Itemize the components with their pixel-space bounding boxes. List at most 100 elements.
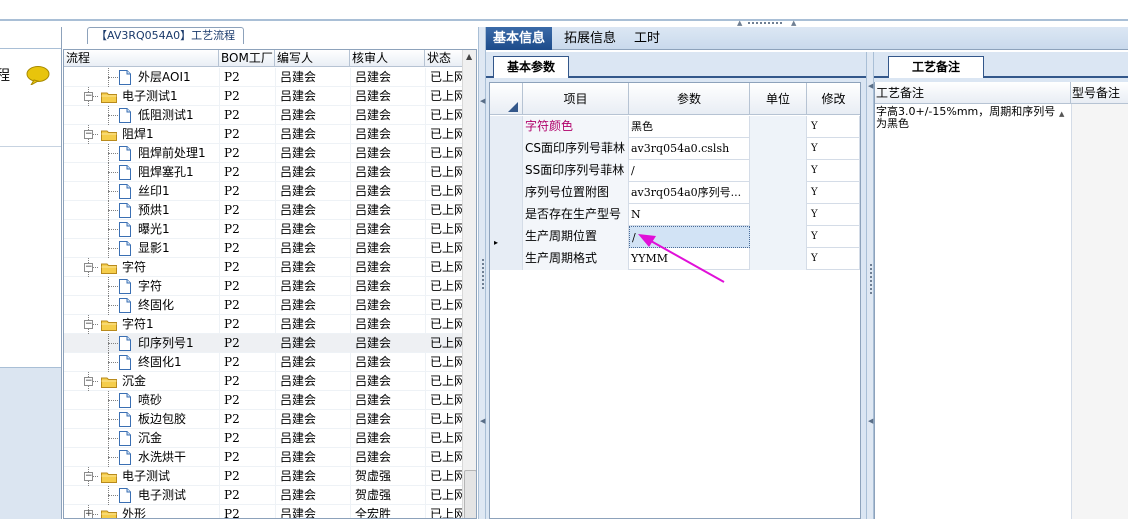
tree-node[interactable]: 阻焊前处理1 bbox=[64, 144, 219, 163]
collapse-right-icon[interactable]: ▲ bbox=[791, 20, 796, 27]
column-header-model-remark[interactable]: 型号备注 bbox=[1071, 82, 1128, 104]
tree-row[interactable]: − 阻焊1 P2 吕建会 吕建会 已上网 bbox=[64, 125, 464, 144]
tree-row[interactable]: − 字符 P2 吕建会 吕建会 已上网 bbox=[64, 258, 464, 277]
tree-node[interactable]: 板边包胶 bbox=[64, 410, 219, 429]
tree-node[interactable]: 印序列号1 bbox=[64, 334, 219, 353]
collapse-arrow-icon[interactable]: ◀ bbox=[868, 417, 873, 425]
param-modify-cell[interactable]: Y bbox=[807, 204, 860, 226]
tree-row[interactable]: 阻焊塞孔1 P2 吕建会 吕建会 已上网 bbox=[64, 163, 464, 182]
tree-node[interactable]: − 阻焊1 bbox=[64, 125, 219, 144]
tree-row[interactable]: − 字符1 P2 吕建会 吕建会 已上网 bbox=[64, 315, 464, 334]
chat-bubble-icon[interactable] bbox=[25, 65, 51, 85]
vertical-splitter-right[interactable]: ◀ ◀ bbox=[866, 52, 874, 519]
row-indicator[interactable] bbox=[490, 204, 523, 226]
tree-node[interactable]: 丝印1 bbox=[64, 182, 219, 201]
tab-basic-info[interactable]: 基本信息 bbox=[486, 27, 553, 50]
tree-node[interactable]: 显影1 bbox=[64, 239, 219, 258]
remark-grid[interactable]: 工艺备注 型号备注 字高3.0+/-15%mm，周期和序列号为黑色 ▲ bbox=[874, 82, 1128, 519]
param-modify-cell[interactable]: Y bbox=[807, 138, 860, 160]
tree-node[interactable]: 阻焊塞孔1 bbox=[64, 163, 219, 182]
tree-row[interactable]: 曝光1 P2 吕建会 吕建会 已上网 bbox=[64, 220, 464, 239]
param-modify-cell[interactable]: Y bbox=[807, 248, 860, 270]
collapse-icon[interactable]: − bbox=[84, 92, 93, 101]
model-remark-cell[interactable] bbox=[1071, 104, 1128, 519]
tree-node[interactable]: 水洗烘干 bbox=[64, 448, 219, 467]
tree-node[interactable]: 曝光1 bbox=[64, 220, 219, 239]
tree-node[interactable]: − 沉金 bbox=[64, 372, 219, 391]
tree-row[interactable]: 水洗烘干 P2 吕建会 吕建会 已上网 bbox=[64, 448, 464, 467]
tree-node[interactable]: 外层AOI1 bbox=[64, 68, 219, 87]
collapse-icon[interactable]: − bbox=[84, 320, 93, 329]
tree-node[interactable]: + 外形 bbox=[64, 505, 219, 518]
column-header-param[interactable]: 参数 bbox=[629, 83, 750, 115]
tree-node[interactable]: 预烘1 bbox=[64, 201, 219, 220]
tree-node[interactable]: 终固化1 bbox=[64, 353, 219, 372]
tree-row[interactable]: − 电子测试1 P2 吕建会 吕建会 已上网 bbox=[64, 87, 464, 106]
row-indicator[interactable] bbox=[490, 182, 523, 204]
tree-row[interactable]: 喷砂 P2 吕建会 吕建会 已上网 bbox=[64, 391, 464, 410]
column-header-process[interactable]: 流程 bbox=[64, 50, 219, 66]
collapse-arrow-icon[interactable]: ◀ bbox=[480, 417, 485, 425]
tree-row[interactable]: 沉金 P2 吕建会 吕建会 已上网 bbox=[64, 429, 464, 448]
tree-row[interactable]: 预烘1 P2 吕建会 吕建会 已上网 bbox=[64, 201, 464, 220]
tree-row[interactable]: 终固化 P2 吕建会 吕建会 已上网 bbox=[64, 296, 464, 315]
scroll-up-icon[interactable]: ▲ bbox=[1059, 110, 1064, 118]
param-modify-cell[interactable]: Y bbox=[807, 116, 860, 138]
row-indicator[interactable] bbox=[490, 248, 523, 270]
param-row[interactable]: 是否存在生产型号 N Y bbox=[490, 204, 860, 226]
column-header-auditor[interactable]: 核审人 bbox=[350, 50, 425, 66]
tree-node[interactable]: 沉金 bbox=[64, 429, 219, 448]
column-header-item[interactable]: 项目 bbox=[523, 83, 629, 115]
tab-work-hours[interactable]: 工时 bbox=[627, 27, 667, 50]
tree-row[interactable]: 阻焊前处理1 P2 吕建会 吕建会 已上网 bbox=[64, 144, 464, 163]
column-header-modify[interactable]: 修改 bbox=[807, 83, 860, 115]
tab-basic-params[interactable]: 基本参数 bbox=[493, 56, 570, 78]
vertical-splitter-left[interactable]: ◀ ◀ bbox=[478, 27, 486, 519]
param-unit-cell[interactable] bbox=[750, 204, 807, 226]
collapse-arrow-icon[interactable]: ◀ bbox=[868, 82, 873, 90]
collapse-left-icon[interactable]: ▲ bbox=[737, 20, 742, 27]
tree-node[interactable]: − 字符 bbox=[64, 258, 219, 277]
param-row[interactable]: 序列号位置附图 av3rq054a0序列号... Y bbox=[490, 182, 860, 204]
param-value-cell[interactable]: / bbox=[629, 160, 750, 182]
tree-row[interactable]: 印序列号1 P2 吕建会 吕建会 已上网 bbox=[64, 334, 464, 353]
expand-icon[interactable]: + bbox=[84, 510, 93, 518]
tree-row[interactable]: + 外形 P2 吕建会 全宏胜 已上网 bbox=[64, 505, 464, 518]
tree-row[interactable]: 板边包胶 P2 吕建会 吕建会 已上网 bbox=[64, 410, 464, 429]
param-unit-cell[interactable] bbox=[750, 182, 807, 204]
row-indicator[interactable] bbox=[490, 138, 523, 160]
row-indicator[interactable] bbox=[490, 160, 523, 182]
tree-row[interactable]: 低阻测试1 P2 吕建会 吕建会 已上网 bbox=[64, 106, 464, 125]
param-row[interactable]: 字符颜色 黑色 Y bbox=[490, 116, 860, 138]
row-indicator[interactable]: ▸ bbox=[490, 226, 523, 248]
tree-row[interactable]: 电子测试 P2 吕建会 贺虚强 已上网 bbox=[64, 486, 464, 505]
param-unit-cell[interactable] bbox=[750, 160, 807, 182]
tree-row[interactable]: 丝印1 P2 吕建会 吕建会 已上网 bbox=[64, 182, 464, 201]
param-value-cell[interactable]: N bbox=[629, 204, 750, 226]
tree-node[interactable]: 字符 bbox=[64, 277, 219, 296]
tab-extended-info[interactable]: 拓展信息 bbox=[557, 27, 623, 50]
param-unit-cell[interactable] bbox=[750, 248, 807, 270]
collapse-icon[interactable]: − bbox=[84, 130, 93, 139]
tree-row[interactable]: 字符 P2 吕建会 吕建会 已上网 bbox=[64, 277, 464, 296]
column-header-bom[interactable]: BOM工厂 bbox=[219, 50, 275, 66]
tree-vertical-scrollbar[interactable]: ▲ bbox=[462, 50, 476, 518]
collapse-arrow-icon[interactable]: ◀ bbox=[480, 97, 485, 105]
tree-row[interactable]: − 沉金 P2 吕建会 吕建会 已上网 bbox=[64, 372, 464, 391]
tab-process-remark[interactable]: 工艺备注 bbox=[888, 56, 984, 78]
row-indicator[interactable] bbox=[490, 116, 523, 138]
tree-node[interactable]: 喷砂 bbox=[64, 391, 219, 410]
param-value-cell[interactable]: av3rq054a0.cslsh bbox=[629, 138, 750, 160]
process-tree-grid[interactable]: 流程 BOM工厂 编写人 核审人 状态 外层AOI1 P2 吕建会 吕建会 已上网 − 电子… bbox=[63, 49, 477, 519]
collapse-icon[interactable]: − bbox=[84, 263, 93, 272]
param-row[interactable]: SS面印序列号菲林 / Y bbox=[490, 160, 860, 182]
param-value-cell[interactable]: av3rq054a0序列号... bbox=[629, 182, 750, 204]
tree-row[interactable]: 显影1 P2 吕建会 吕建会 已上网 bbox=[64, 239, 464, 258]
scroll-up-icon[interactable]: ▲ bbox=[466, 52, 472, 61]
tree-node[interactable]: − 字符1 bbox=[64, 315, 219, 334]
param-value-cell[interactable]: 黑色 bbox=[629, 116, 750, 138]
tree-node[interactable]: 终固化 bbox=[64, 296, 219, 315]
column-header-process-remark[interactable]: 工艺备注 bbox=[875, 82, 1071, 104]
column-header-status[interactable]: 状态 bbox=[425, 50, 462, 66]
column-header-editor[interactable]: 编写人 bbox=[275, 50, 350, 66]
